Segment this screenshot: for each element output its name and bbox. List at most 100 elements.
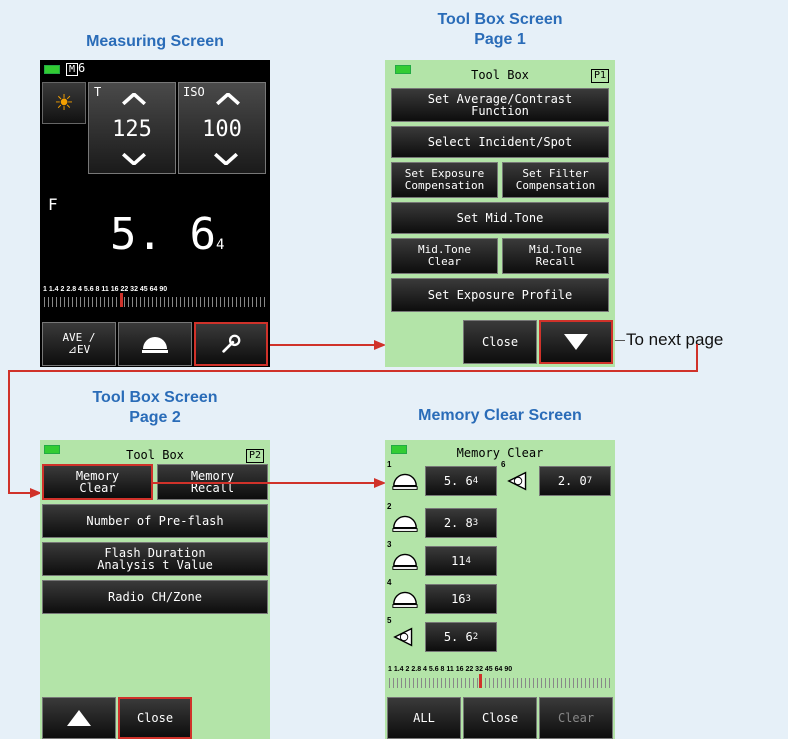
mode-number: 6 <box>78 61 86 75</box>
set-exposure-profile-button[interactable]: Set Exposure Profile <box>391 278 609 312</box>
connector-line <box>8 370 10 494</box>
memory-value-main: 11 <box>451 554 466 568</box>
memory-value-sub: 4 <box>472 476 479 486</box>
caption-toolbox-1-line2: Page 1 <box>474 31 526 48</box>
memory-item-number: 1 <box>387 460 392 469</box>
mid-tone-clear-button[interactable]: Mid.Tone Clear <box>391 238 498 274</box>
battery-icon <box>44 65 60 74</box>
connector-line <box>696 344 698 372</box>
memory-value-main: 2. 8 <box>443 516 473 530</box>
next-page-button[interactable] <box>539 320 613 364</box>
memory-clear-title: Memory Clear <box>456 446 544 460</box>
scale-marker <box>479 674 482 688</box>
memory-item-number: 4 <box>387 578 392 587</box>
number-of-pre-flash-button[interactable]: Number of Pre-flash <box>42 504 268 538</box>
memory-value-main: 5. 6 <box>443 630 473 644</box>
ev-label: ⊿EV <box>67 343 91 356</box>
tool-box-button[interactable] <box>194 322 268 366</box>
memory-value-sub: 3 <box>472 518 479 528</box>
chevron-down-icon[interactable] <box>213 153 239 165</box>
memory-value-sub: 2 <box>472 632 479 642</box>
set-mid-tone-button[interactable]: Set Mid.Tone <box>391 202 609 234</box>
set-average-contrast-button[interactable]: Set Average/Contrast Function <box>391 88 609 122</box>
shutter-speed-value: 125 <box>112 117 152 142</box>
set-filter-compensation-button[interactable]: Set Filter Compensation <box>502 162 609 198</box>
toolbox-screen-page-1: Tool Box P1 Set Average/Contrast Functio… <box>385 60 615 367</box>
incident-dome-button[interactable] <box>118 322 192 366</box>
mid-tone-recall-button[interactable]: Mid.Tone Recall <box>502 238 609 274</box>
clear-all-button[interactable]: ALL <box>387 697 461 739</box>
incident-dome-icon <box>392 473 418 490</box>
close-button[interactable]: Close <box>463 697 537 739</box>
memory-value-main: 5. 6 <box>443 474 473 488</box>
caption-toolbox-1-line1: Tool Box Screen <box>437 11 563 28</box>
memory-value-sub: 7 <box>586 476 593 486</box>
memory-value[interactable]: 2. 83 <box>425 508 497 538</box>
previous-page-button[interactable] <box>42 697 116 739</box>
f-stop-scale: 1 1.4 2 2.8 4 5.6 8 11 16 22 32 45 64 90 <box>388 666 513 673</box>
ave-ev-button[interactable]: AVE / ⊿EV <box>42 322 116 366</box>
close-button[interactable]: Close <box>463 320 537 364</box>
scale-marker <box>120 293 123 307</box>
connector-line <box>270 344 376 346</box>
caption-toolbox-2-line1: Tool Box Screen <box>92 389 218 406</box>
iso-label: ISO <box>183 85 205 99</box>
memory-value[interactable]: 5. 62 <box>425 622 497 652</box>
memory-value-main: 16 <box>451 592 466 606</box>
toolbox-screen-page-2: Tool Box P2 Memory Clear Memory Recall N… <box>40 440 270 739</box>
next-page-label: To next page <box>626 330 724 349</box>
caption-toolbox-2-line2: Page 2 <box>129 409 181 426</box>
page-badge: P1 <box>590 69 609 83</box>
chevron-up-icon[interactable] <box>215 93 241 105</box>
sun-icon-button[interactable]: ☀ <box>42 82 86 124</box>
flash-duration-button[interactable]: Flash Duration Analysis t Value <box>42 542 268 576</box>
memory-value[interactable]: 2. 07 <box>539 466 611 496</box>
arrow-up-icon <box>67 710 91 726</box>
iso-panel[interactable]: ISO 100 <box>178 82 266 174</box>
chevron-up-icon[interactable] <box>121 93 147 105</box>
f-stop-scale-ticks <box>44 297 266 307</box>
incident-dome-icon <box>392 553 418 570</box>
clear-button[interactable]: Clear <box>539 697 613 739</box>
page-badge: P2 <box>245 449 264 463</box>
caption-toolbox-1: Tool Box Screen Page 1 <box>385 10 615 50</box>
caption-toolbox-2: Tool Box Screen Page 2 <box>40 388 270 428</box>
t-label: T <box>94 85 102 99</box>
toolbox-title: Tool Box <box>471 68 529 82</box>
connector-line <box>152 482 378 484</box>
dome-icon <box>142 337 168 353</box>
f-label: F <box>48 195 58 214</box>
caption-measuring: Measuring Screen <box>86 33 224 50</box>
memory-item-number: 2 <box>387 502 392 511</box>
memory-value[interactable]: 11 4 <box>425 546 497 576</box>
set-exposure-compensation-button[interactable]: Set Exposure Compensation <box>391 162 498 198</box>
select-incident-spot-button[interactable]: Select Incident/Spot <box>391 126 609 158</box>
memory-value[interactable]: 5. 64 <box>425 466 497 496</box>
memory-clear-button[interactable]: Memory Clear <box>42 464 153 500</box>
memory-value[interactable]: 16 3 <box>425 584 497 614</box>
f-stop-scale: 1 1.4 2 2.8 4 5.6 8 11 16 22 32 45 64 90 <box>43 286 168 293</box>
arrow-down-icon <box>564 334 588 350</box>
wrench-icon <box>222 334 241 353</box>
memory-value-sub: 3 <box>465 594 471 604</box>
memory-value-main: 2. 0 <box>557 474 587 488</box>
toolbox-title: Tool Box <box>126 448 184 462</box>
mode-badge: M <box>66 63 79 76</box>
shutter-speed-panel[interactable]: T 125 <box>88 82 176 174</box>
close-button[interactable]: Close <box>118 697 192 739</box>
memory-item-number: 6 <box>501 460 506 469</box>
aperture-value: 5. 6 <box>110 209 216 260</box>
mode-indicator: M6 <box>66 61 86 76</box>
measuring-screen: M6 ☀ T 125 ISO 100 F 5. 64 1 1.4 2 2.8 4… <box>40 60 270 367</box>
caption-memory-clear: Memory Clear Screen <box>418 407 582 424</box>
chevron-down-icon[interactable] <box>121 153 147 165</box>
spot-icon <box>393 627 413 647</box>
connector-line <box>8 370 698 372</box>
f-stop-scale-ticks <box>389 678 611 688</box>
aperture-tenths: 4 <box>215 237 225 253</box>
incident-dome-icon <box>392 515 418 532</box>
iso-value: 100 <box>202 117 242 142</box>
incident-dome-icon <box>392 591 418 608</box>
radio-ch-zone-button[interactable]: Radio CH/Zone <box>42 580 268 614</box>
memory-item-number: 5 <box>387 616 392 625</box>
